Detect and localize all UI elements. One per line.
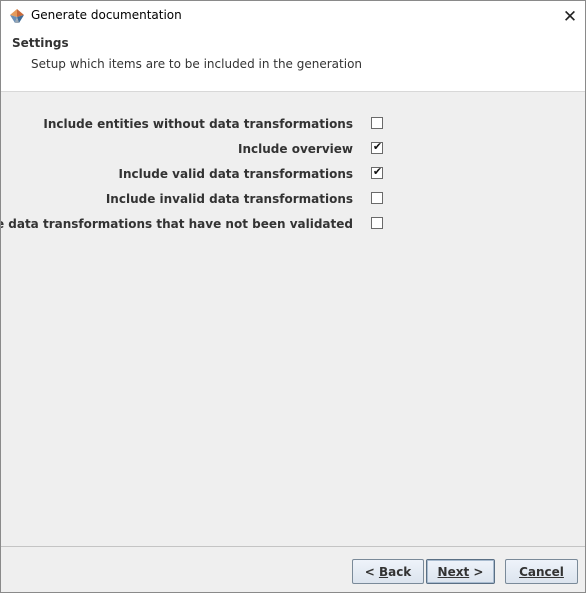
checkbox-valid-transformations[interactable]: ✔ — [371, 165, 383, 179]
back-prefix: < — [364, 564, 379, 579]
dialog-window: Generate documentation ✕ Settings Setup … — [0, 0, 586, 593]
option-row: Include invalid data transformations — [1, 189, 585, 214]
checkmark-icon — [372, 215, 383, 226]
checkbox-overview[interactable]: ✔ — [371, 140, 383, 154]
settings-header: Settings Setup which items are to be inc… — [1, 32, 585, 92]
checkmark-icon: ✔ — [372, 140, 383, 153]
checkbox-entities-without-transformations[interactable] — [371, 117, 383, 129]
back-button[interactable]: < Back — [352, 559, 424, 584]
option-row: Include valid data transformations ✔ — [1, 164, 585, 189]
cancel-rest: ancel — [527, 564, 564, 579]
close-button[interactable]: ✕ — [555, 1, 585, 32]
option-label: Include overview — [238, 142, 353, 156]
checkmark-icon — [372, 190, 383, 201]
option-row: Include entities without data transforma… — [1, 114, 585, 139]
checkbox-invalid-transformations[interactable] — [371, 192, 383, 204]
next-suffix: > — [469, 564, 484, 579]
window-title: Generate documentation — [31, 8, 182, 22]
header-subtitle: Setup which items are to be included in … — [31, 57, 363, 71]
option-label: Include valid data transformations — [118, 167, 354, 181]
option-row: Include overview ✔ — [1, 139, 585, 164]
footer-divider — [1, 546, 585, 547]
option-row: Include data transformations that have n… — [1, 214, 585, 239]
back-mnemonic: B — [378, 564, 389, 579]
cancel-button[interactable]: Cancel — [505, 559, 578, 584]
back-rest: ack — [388, 564, 412, 579]
option-label: Include invalid data transformations — [105, 192, 353, 206]
cancel-mnemonic: C — [519, 564, 528, 579]
close-icon: ✕ — [562, 6, 578, 27]
option-label: Include data transformations that have n… — [1, 217, 353, 231]
title-bar[interactable]: Generate documentation ✕ — [1, 1, 585, 32]
next-rest: ext — [447, 564, 470, 579]
header-title: Settings — [12, 36, 69, 50]
checkmark-icon: ✔ — [372, 165, 383, 178]
checkbox-not-validated-transformations[interactable] — [371, 217, 383, 229]
options-panel: Include entities without data transforma… — [1, 114, 585, 239]
option-label: Include entities without data transforma… — [43, 117, 353, 131]
next-button[interactable]: Next > — [426, 559, 495, 584]
app-logo-icon — [10, 9, 24, 23]
checkmark-icon — [372, 115, 383, 126]
next-mnemonic: N — [437, 564, 448, 579]
